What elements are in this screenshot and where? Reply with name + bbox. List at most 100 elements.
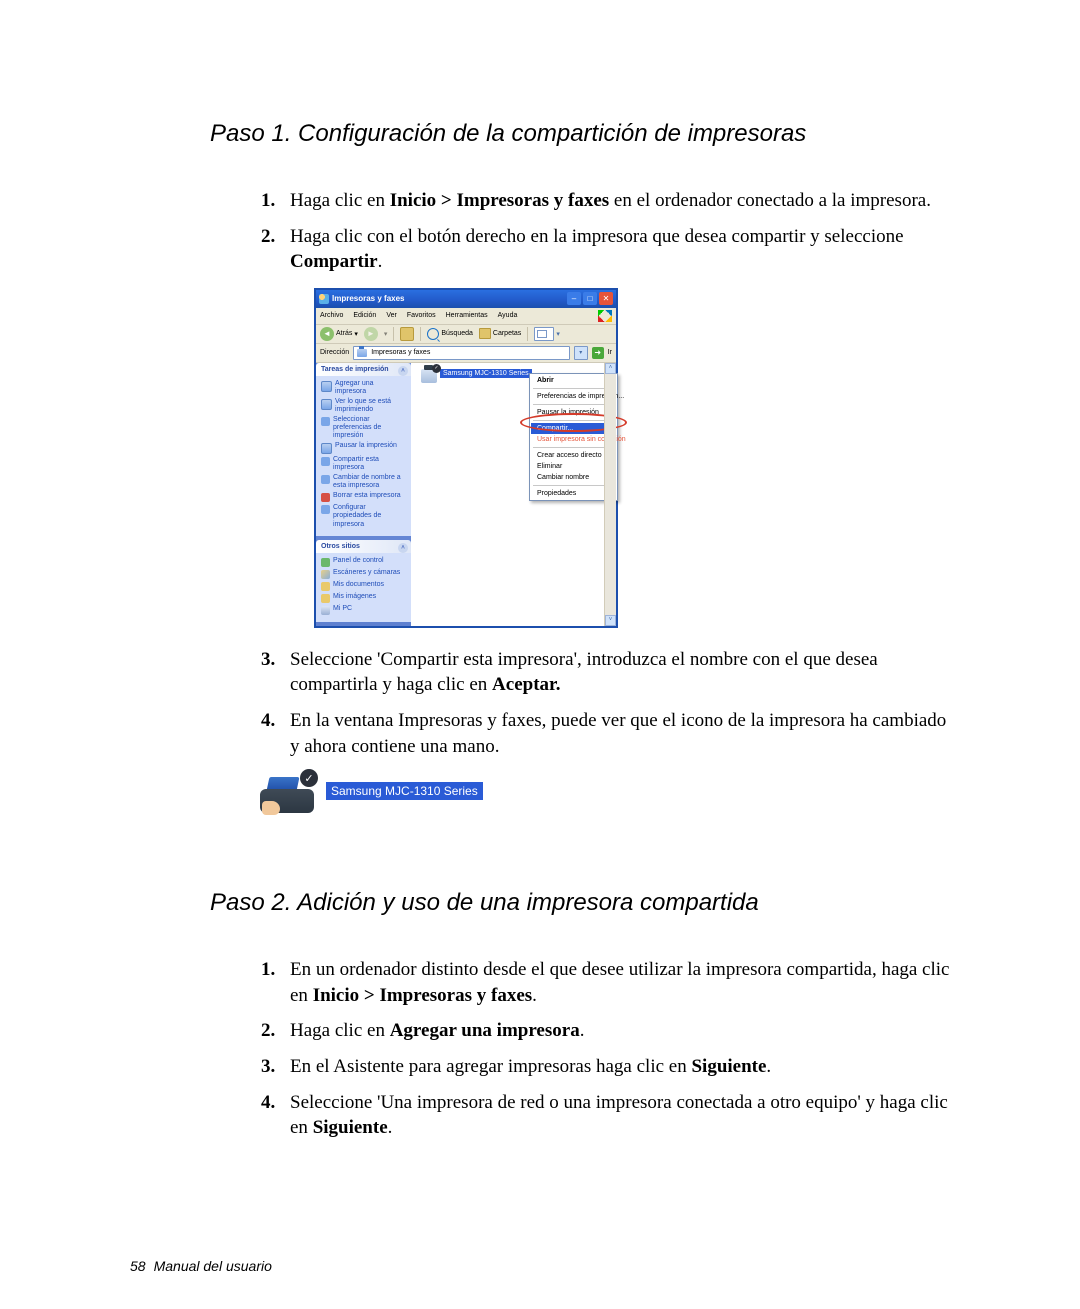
label: Mis documentos bbox=[333, 581, 384, 589]
task-share[interactable]: Compartir esta impresora bbox=[321, 455, 406, 473]
printers-icon bbox=[319, 294, 329, 304]
task-properties[interactable]: Configurar propiedades de impresora bbox=[321, 503, 406, 529]
page-footer: 58 Manual del usuario bbox=[130, 1258, 272, 1274]
step1-item-3: Seleccione 'Compartir esta impresora', i… bbox=[280, 647, 960, 698]
bold-text: Siguiente bbox=[691, 1056, 766, 1077]
bold-text: Aceptar. bbox=[492, 674, 560, 695]
folders-button[interactable]: Carpetas bbox=[479, 328, 521, 339]
label: Escáneres y cámaras bbox=[333, 569, 400, 577]
collapse-icon[interactable]: ˄ bbox=[398, 543, 408, 553]
xp-titlebar: Impresoras y faxes – □ ✕ bbox=[316, 290, 616, 308]
bold-text: Siguiente bbox=[313, 1117, 388, 1138]
step1-item-2: Haga clic con el botón derecho en la imp… bbox=[280, 224, 960, 275]
task-delete[interactable]: Borrar esta impresora bbox=[321, 491, 406, 503]
text: En la ventana Impresoras y faxes, puede … bbox=[290, 710, 946, 757]
toolbar: ◄ Atrás ▾ ► ▾ Búsqueda Carpetas bbox=[316, 325, 616, 344]
up-folder-button[interactable] bbox=[400, 327, 414, 341]
other-places-title: Otros sitios bbox=[321, 543, 360, 550]
go-label: Ir bbox=[608, 349, 612, 356]
step1-list-cont: Seleccione 'Compartir esta impresora', i… bbox=[210, 647, 960, 760]
address-field[interactable]: Impresoras y faxes bbox=[353, 346, 570, 360]
text: . bbox=[766, 1056, 771, 1077]
close-button[interactable]: ✕ bbox=[599, 292, 613, 305]
maximize-button[interactable]: □ bbox=[583, 292, 597, 305]
text: . bbox=[378, 251, 383, 272]
page-number: 58 bbox=[130, 1258, 146, 1274]
folders-icon bbox=[479, 328, 491, 339]
share-hand-icon bbox=[262, 801, 280, 815]
search-button[interactable]: Búsqueda bbox=[427, 328, 473, 340]
folders-label: Carpetas bbox=[493, 330, 521, 337]
window-body: Tareas de impresión ˄ Agregar una impres… bbox=[316, 363, 616, 626]
label: Mis imágenes bbox=[333, 593, 376, 601]
bold-text: Agregar una impresora bbox=[390, 1020, 580, 1041]
step1-heading: Paso 1. Configuración de la compartición… bbox=[210, 120, 960, 148]
back-button[interactable]: ◄ Atrás ▾ bbox=[320, 327, 358, 341]
minimize-button[interactable]: – bbox=[567, 292, 581, 305]
menu-edicion[interactable]: Edición bbox=[353, 312, 376, 319]
step1-item-4: En la ventana Impresoras y faxes, puede … bbox=[280, 708, 960, 759]
text: . bbox=[532, 985, 537, 1006]
printer-item-label: Samsung MJC-1310 Series bbox=[440, 369, 532, 378]
address-dropdown-button[interactable]: ▾ bbox=[574, 346, 588, 360]
scroll-up-icon[interactable]: ˄ bbox=[605, 363, 616, 374]
task-see-printing[interactable]: Ver lo que se está imprimiendo bbox=[321, 397, 406, 415]
default-check-icon: ✓ bbox=[432, 364, 441, 373]
separator bbox=[533, 404, 614, 405]
tasks-panel-body: Agregar una impresora Ver lo que se está… bbox=[316, 376, 411, 536]
menu-archivo[interactable]: Archivo bbox=[320, 312, 343, 319]
text: Haga clic con el botón derecho en la imp… bbox=[290, 226, 904, 247]
go-button[interactable]: ➜ bbox=[592, 347, 604, 359]
search-icon bbox=[427, 328, 439, 340]
label: Mi PC bbox=[333, 605, 352, 613]
step2-item-1: En un ordenador distinto desde el que de… bbox=[280, 957, 960, 1008]
dropdown-icon: ▾ bbox=[384, 330, 388, 338]
side-panel: Tareas de impresión ˄ Agregar una impres… bbox=[316, 363, 411, 626]
task-rename[interactable]: Cambiar de nombre a esta impresora bbox=[321, 473, 406, 491]
xp-window: Impresoras y faxes – □ ✕ Archivo Edición… bbox=[315, 289, 617, 627]
dropdown-icon: ▾ bbox=[556, 330, 560, 338]
separator bbox=[533, 420, 614, 421]
place-control-panel[interactable]: Panel de control bbox=[321, 556, 406, 568]
place-my-images[interactable]: Mis imágenes bbox=[321, 592, 406, 604]
views-icon bbox=[534, 327, 554, 341]
printer-icon bbox=[321, 381, 332, 392]
label: Seleccionar preferencias de impresión bbox=[333, 416, 406, 440]
task-preferences[interactable]: Seleccionar preferencias de impresión bbox=[321, 415, 406, 441]
tasks-panel: Tareas de impresión ˄ Agregar una impres… bbox=[316, 363, 411, 536]
menu-herramientas[interactable]: Herramientas bbox=[446, 312, 488, 319]
forward-button[interactable]: ► bbox=[364, 327, 378, 341]
other-places-panel: Otros sitios ˄ Panel de control Escánere… bbox=[316, 540, 411, 622]
label: Agregar una impresora bbox=[335, 380, 406, 396]
place-scanners[interactable]: Escáneres y cámaras bbox=[321, 568, 406, 580]
place-my-pc[interactable]: Mi PC bbox=[321, 604, 406, 616]
shared-printer-icon: ✓ bbox=[260, 769, 314, 813]
text: Seleccione 'Compartir esta impresora', i… bbox=[290, 649, 878, 696]
other-places-header[interactable]: Otros sitios ˄ bbox=[316, 540, 411, 553]
scroll-down-icon[interactable]: ˅ bbox=[605, 615, 616, 626]
step2-item-3: En el Asistente para agregar impresoras … bbox=[280, 1054, 960, 1080]
window-buttons: – □ ✕ bbox=[567, 292, 613, 305]
tasks-panel-header[interactable]: Tareas de impresión ˄ bbox=[316, 363, 411, 376]
text: Haga clic en bbox=[290, 190, 390, 211]
menu-ayuda[interactable]: Ayuda bbox=[498, 312, 518, 319]
computer-icon bbox=[321, 606, 330, 615]
collapse-icon[interactable]: ˄ bbox=[398, 366, 408, 376]
xp-window-title: Impresoras y faxes bbox=[319, 294, 405, 304]
views-button[interactable]: ▾ bbox=[534, 327, 560, 341]
scrollbar[interactable]: ˄ ˅ bbox=[604, 363, 616, 626]
main-area: ✓ Samsung MJC-1310 Series Abrir Preferen… bbox=[411, 363, 616, 626]
shared-printer-label: Samsung MJC-1310 Series bbox=[326, 782, 483, 800]
place-my-docs[interactable]: Mis documentos bbox=[321, 580, 406, 592]
separator bbox=[533, 447, 614, 448]
task-pause[interactable]: Pausar la impresión bbox=[321, 441, 406, 455]
task-add-printer[interactable]: Agregar una impresora bbox=[321, 379, 406, 397]
figure-shared-printer-icon: ✓ Samsung MJC-1310 Series bbox=[260, 769, 960, 813]
menu-favoritos[interactable]: Favoritos bbox=[407, 312, 436, 319]
window-title-text: Impresoras y faxes bbox=[332, 294, 405, 303]
separator bbox=[393, 327, 394, 341]
menu-ver[interactable]: Ver bbox=[386, 312, 397, 319]
separator bbox=[533, 485, 614, 486]
delete-icon bbox=[321, 493, 330, 502]
label: Ver lo que se está imprimiendo bbox=[335, 398, 406, 414]
